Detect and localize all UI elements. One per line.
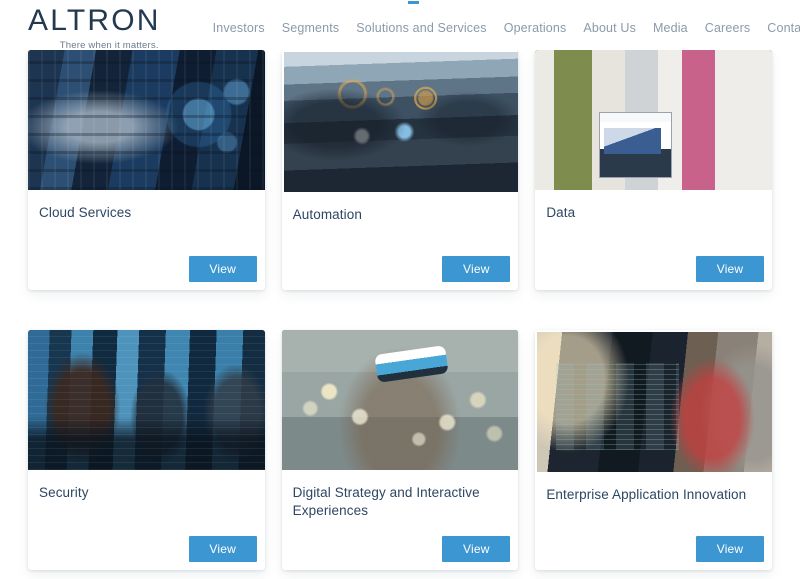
- view-button-enterprise-application-innovation[interactable]: View: [696, 536, 764, 562]
- card-title: Enterprise Application Innovation: [546, 487, 747, 502]
- card-actions: View: [293, 256, 511, 282]
- card-title: Digital Strategy and Interactive Experie…: [292, 485, 480, 518]
- card-body: Security View: [28, 470, 265, 570]
- service-card-automation[interactable]: Automation View: [281, 50, 519, 290]
- nav-item-investors[interactable]: Investors: [213, 21, 265, 35]
- card-image-data: [535, 50, 772, 190]
- view-button-automation[interactable]: View: [442, 256, 511, 282]
- card-body: Digital Strategy and Interactive Experie…: [282, 470, 519, 570]
- card-actions: View: [546, 536, 764, 562]
- card-body: Cloud Services View: [28, 190, 265, 290]
- view-button-digital-strategy[interactable]: View: [442, 536, 511, 562]
- card-image-cloud-services: [28, 50, 265, 190]
- card-body: Enterprise Application Innovation View: [535, 472, 772, 570]
- service-card-security[interactable]: Security View: [28, 330, 265, 570]
- primary-navigation: Investors Segments Solutions and Service…: [213, 4, 800, 35]
- card-image-automation: [283, 52, 519, 192]
- card-actions: View: [293, 536, 511, 562]
- view-button-cloud-services[interactable]: View: [188, 256, 257, 282]
- services-card-grid: Cloud Services View Automation View Data…: [0, 50, 800, 570]
- nav-item-solutions-and-services[interactable]: Solutions and Services: [356, 21, 486, 35]
- view-button-data[interactable]: View: [696, 256, 764, 282]
- card-title: Security: [39, 485, 89, 500]
- card-image-digital-strategy: [281, 330, 519, 470]
- service-card-data[interactable]: Data View: [535, 50, 772, 290]
- altron-logo[interactable]: ALTRON There when it matters.: [28, 1, 419, 51]
- card-title: Automation: [292, 207, 362, 222]
- nav-item-careers[interactable]: Careers: [705, 21, 751, 35]
- service-card-digital-strategy[interactable]: Digital Strategy and Interactive Experie…: [281, 330, 519, 570]
- card-title: Cloud Services: [39, 205, 132, 220]
- card-body: Data View: [535, 190, 772, 290]
- nav-item-operations[interactable]: Operations: [504, 21, 567, 35]
- card-actions: View: [39, 536, 257, 562]
- service-card-enterprise-application-innovation[interactable]: Enterprise Application Innovation View: [535, 330, 772, 570]
- nav-item-media[interactable]: Media: [653, 21, 688, 35]
- nav-item-segments[interactable]: Segments: [282, 21, 339, 35]
- card-body: Automation View: [282, 192, 519, 290]
- logo-accent-tick-icon: [408, 1, 419, 4]
- card-actions: View: [39, 256, 257, 282]
- nav-item-about-us[interactable]: About Us: [583, 21, 636, 35]
- logo-wordmark: ALTRON: [28, 4, 161, 37]
- card-title: Data: [546, 205, 576, 220]
- service-card-cloud-services[interactable]: Cloud Services View: [28, 50, 265, 290]
- card-image-security: [28, 330, 265, 470]
- site-header: ALTRON There when it matters. Investors …: [0, 0, 800, 50]
- card-image-enterprise-application-innovation: [537, 332, 772, 472]
- card-actions: View: [546, 256, 764, 282]
- nav-item-contact-us[interactable]: Contact Us: [767, 21, 800, 35]
- view-button-security[interactable]: View: [188, 536, 257, 562]
